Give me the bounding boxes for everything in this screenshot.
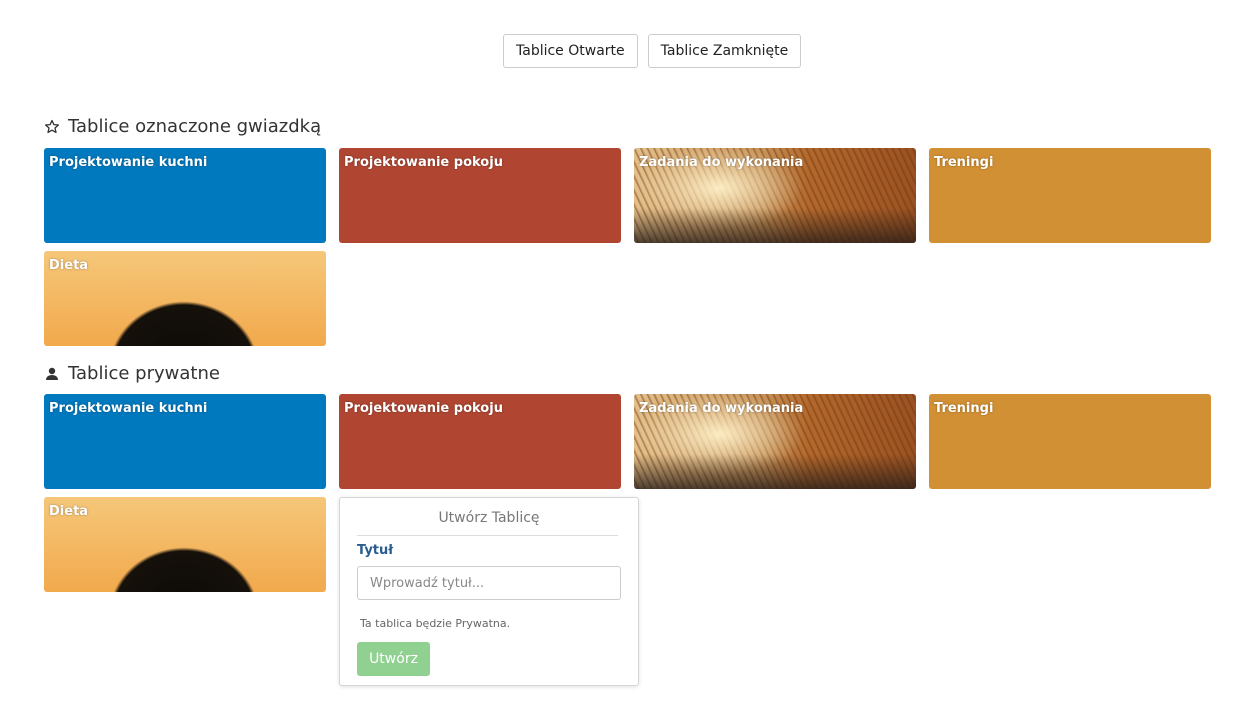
section-title-text: Tablice oznaczone gwiazdką: [68, 116, 322, 137]
board-title: Projektowanie pokoju: [344, 401, 503, 416]
board-tile[interactable]: Projektowanie kuchni: [44, 148, 326, 243]
open-boards-button[interactable]: Tablice Otwarte: [503, 34, 638, 68]
board-tile[interactable]: Projektowanie kuchni: [44, 394, 326, 489]
user-icon: [44, 366, 60, 382]
create-board-button[interactable]: Utwórz: [357, 642, 430, 676]
board-title: Treningi: [934, 401, 994, 416]
board-title: Projektowanie kuchni: [49, 401, 208, 416]
privacy-note: Ta tablica będzie Prywatna.: [360, 617, 511, 630]
title-field-label: Tytuł: [357, 543, 394, 558]
board-title: Treningi: [934, 155, 994, 170]
star-icon: [44, 119, 60, 135]
board-tile[interactable]: Projektowanie pokoju: [339, 148, 621, 243]
board-title: Zadania do wykonania: [639, 155, 804, 170]
board-title: Projektowanie pokoju: [344, 155, 503, 170]
board-title-input[interactable]: [357, 566, 621, 600]
board-title: Projektowanie kuchni: [49, 155, 208, 170]
board-tile[interactable]: Zadania do wykonania: [634, 148, 916, 243]
section-title-text: Tablice prywatne: [68, 363, 220, 384]
board-tile[interactable]: Treningi: [929, 394, 1211, 489]
board-tile[interactable]: Dieta: [44, 497, 326, 592]
closed-boards-button[interactable]: Tablice Zamknięte: [647, 34, 802, 68]
popover-divider: [357, 535, 618, 536]
board-title: Dieta: [49, 258, 89, 273]
top-button-group: Tablice Otwarte Tablice Zamknięte: [503, 34, 802, 68]
board-tile[interactable]: Zadania do wykonania: [634, 394, 916, 489]
board-tile[interactable]: Projektowanie pokoju: [339, 394, 621, 489]
board-title: Dieta: [49, 504, 89, 519]
popover-title: Utwórz Tablicę: [438, 510, 540, 526]
create-board-popover: Utwórz Tablicę Tytuł Ta tablica będzie P…: [339, 497, 639, 686]
section-title-starred: Tablice oznaczone gwiazdką: [44, 116, 321, 137]
board-tile[interactable]: Treningi: [929, 148, 1211, 243]
board-tile[interactable]: Dieta: [44, 251, 326, 346]
section-title-private: Tablice prywatne: [44, 363, 220, 384]
board-title: Zadania do wykonania: [639, 401, 804, 416]
